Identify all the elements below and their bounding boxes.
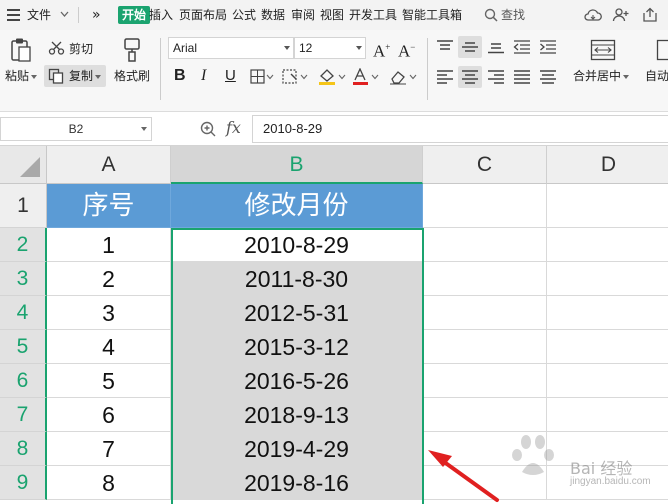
watermark-url: jingyan.baidu.com — [570, 476, 651, 487]
baidu-paw-logo — [512, 435, 554, 475]
annotation-arrow-icon — [428, 450, 499, 502]
